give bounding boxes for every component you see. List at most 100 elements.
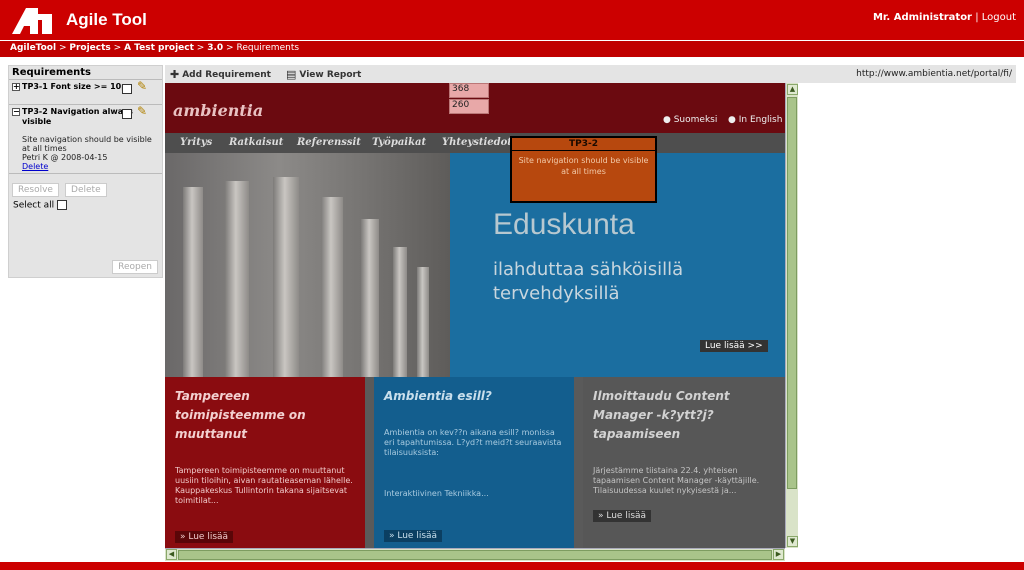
lang-finnish[interactable]: ● Suomeksi: [663, 115, 717, 125]
reopen-button[interactable]: Reopen: [112, 260, 158, 274]
pencil-icon[interactable]: ✎: [137, 80, 147, 92]
breadcrumb-sep: >: [226, 43, 234, 53]
hero-title: Eduskunta: [493, 208, 635, 241]
app-title: Agile Tool: [66, 10, 147, 29]
parliament-image: [165, 153, 450, 377]
select-all-label: Select all: [13, 200, 55, 211]
scroll-left-icon[interactable]: ◀: [166, 549, 177, 560]
vertical-scroll-thumb[interactable]: [787, 97, 797, 489]
delete-link[interactable]: Delete: [22, 162, 48, 171]
site-preview-frame[interactable]: ambientia ● Suomeksi ● In English Yritys…: [165, 83, 785, 548]
lang-english-label: In English: [738, 115, 783, 125]
app-header: Agile Tool Mr. Administrator | Logout: [0, 0, 1024, 40]
column-shape: [361, 219, 379, 377]
requirement-label[interactable]: TP3-1 Font size >= 10px: [22, 82, 132, 91]
card-text: Tampereen toimipisteemme on muuttanut uu…: [175, 466, 353, 505]
requirement-label[interactable]: TP3-2 Navigation always visible: [22, 107, 133, 126]
dimension-width-note[interactable]: 368: [449, 83, 489, 98]
vertical-scrollbar[interactable]: ▲ ▼: [785, 83, 798, 548]
nav-item-referenssit[interactable]: Referenssit: [297, 137, 361, 148]
expand-icon[interactable]: +: [12, 83, 20, 91]
card-text: Ambientia on kev??n aikana esill? moniss…: [384, 428, 562, 457]
agile-tool-logo: [12, 8, 52, 34]
current-user: Mr. Administrator: [872, 12, 972, 23]
lang-finnish-label: Suomeksi: [673, 115, 718, 125]
nav-item-tyopaikat[interactable]: Työpaikat: [372, 137, 426, 148]
view-report-label: View Report: [299, 70, 362, 80]
pencil-icon[interactable]: ✎: [137, 105, 147, 117]
card-read-more[interactable]: » Lue lisää: [384, 530, 443, 542]
document-icon: ▤: [286, 68, 297, 81]
card-text: Järjestämme tiistaina 22.4. yhteisen tap…: [593, 466, 760, 495]
note-title: TP3-2: [512, 138, 655, 151]
requirement-note-overlay[interactable]: TP3-2 Site navigation should be visible …: [510, 136, 657, 203]
breadcrumb: AgileTool > Projects > A Test project > …: [10, 43, 299, 53]
requirements-title: Requirements: [12, 67, 91, 78]
hero-banner: Eduskunta ilahduttaa sähköisillä tervehd…: [165, 153, 785, 377]
requirement-meta: Petri K @ 2008-04-15: [22, 153, 108, 162]
action-buttons: Resolve Delete: [9, 173, 162, 200]
card-title[interactable]: Ilmoittaudu Content Manager -k?ytt?j?tap…: [593, 387, 775, 444]
hero-read-more-button[interactable]: Lue lisää >>: [700, 340, 768, 352]
footer-bar: [0, 562, 1024, 570]
column-shape: [183, 187, 203, 377]
requirement-details: Site navigation should be visible at all…: [9, 129, 162, 173]
card-title[interactable]: Tampereen toimipisteemme on muuttanut: [175, 387, 355, 444]
horizontal-scrollbar[interactable]: ◀ ▶: [165, 548, 785, 561]
nav-item-yritys[interactable]: Yritys: [180, 137, 212, 148]
card-extra-text: Interaktiivinen Tekniikka...: [384, 489, 489, 498]
user-separator: |: [975, 12, 979, 23]
dimension-height-note[interactable]: 260: [449, 99, 489, 114]
requirement-item[interactable]: − TP3-2 Navigation always visible ✎ Site…: [9, 104, 162, 173]
breadcrumb-sep: >: [58, 43, 67, 53]
column-shape: [225, 181, 249, 377]
news-card: Ambientia esill? Ambientia on kev??n aik…: [374, 377, 574, 548]
card-divider: [365, 377, 374, 548]
logout-link[interactable]: Logout: [982, 12, 1016, 23]
view-report-button[interactable]: ▤ View Report: [286, 68, 361, 81]
add-requirement-button[interactable]: ✚ Add Requirement: [170, 68, 271, 81]
breadcrumb-item-projects[interactable]: Projects: [69, 43, 110, 53]
breadcrumb-current: Requirements: [236, 43, 300, 53]
nav-item-yhteystiedot[interactable]: Yhteystiedot: [442, 137, 512, 148]
requirement-item[interactable]: + TP3-1 Font size >= 10px ✎: [9, 79, 162, 104]
toolbar: ✚ Add Requirement ▤ View Report http://www…: [165, 65, 1016, 83]
column-shape: [417, 267, 429, 377]
resolve-button[interactable]: Resolve: [12, 183, 59, 197]
hero-subtitle: ilahduttaa sähköisillä tervehdyksillä: [493, 259, 684, 304]
horizontal-scroll-thumb[interactable]: [178, 550, 772, 560]
collapse-icon[interactable]: −: [12, 108, 20, 116]
nav-item-ratkaisut[interactable]: Ratkaisut: [229, 137, 283, 148]
card-title[interactable]: Ambientia esill?: [384, 387, 564, 406]
breadcrumb-sep: >: [113, 43, 122, 53]
delete-button[interactable]: Delete: [65, 183, 107, 197]
plus-icon: ✚: [170, 68, 180, 81]
requirements-panel: Requirements + TP3-1 Font size >= 10px ✎…: [8, 65, 163, 278]
user-area: Mr. Administrator | Logout: [873, 12, 1016, 23]
card-read-more[interactable]: » Lue lisää: [175, 531, 234, 543]
column-shape: [273, 177, 299, 377]
column-shape: [393, 247, 407, 377]
scroll-up-icon[interactable]: ▲: [787, 84, 798, 95]
requirement-checkbox[interactable]: [122, 109, 132, 119]
add-requirement-label: Add Requirement: [182, 70, 271, 80]
select-all-checkbox[interactable]: [57, 200, 68, 210]
breadcrumb-sep: >: [196, 43, 205, 53]
select-all-row: Select all: [9, 200, 162, 211]
site-navigation: Yritys Ratkaisut Referenssit Työpaikat Y…: [165, 133, 785, 153]
lang-english[interactable]: ● In English: [728, 115, 782, 125]
card-divider: [574, 377, 583, 548]
breadcrumb-bar: AgileTool > Projects > A Test project > …: [0, 40, 1024, 57]
page-url: http://www.ambientia.net/portal/fi/: [856, 69, 1012, 79]
scroll-right-icon[interactable]: ▶: [773, 549, 784, 560]
ambientia-logo[interactable]: ambientia: [173, 101, 263, 120]
breadcrumb-item-project[interactable]: A Test project: [124, 43, 194, 53]
card-read-more[interactable]: » Lue lisää: [593, 510, 652, 522]
column-shape: [321, 197, 343, 377]
breadcrumb-item-version[interactable]: 3.0: [207, 43, 223, 53]
news-card: Ilmoittaudu Content Manager -k?ytt?j?tap…: [583, 377, 785, 548]
news-card: Tampereen toimipisteemme on muuttanut Ta…: [165, 377, 365, 548]
requirement-checkbox[interactable]: [122, 84, 132, 94]
scroll-down-icon[interactable]: ▼: [787, 536, 798, 547]
breadcrumb-item-agiletool[interactable]: AgileTool: [10, 43, 56, 53]
